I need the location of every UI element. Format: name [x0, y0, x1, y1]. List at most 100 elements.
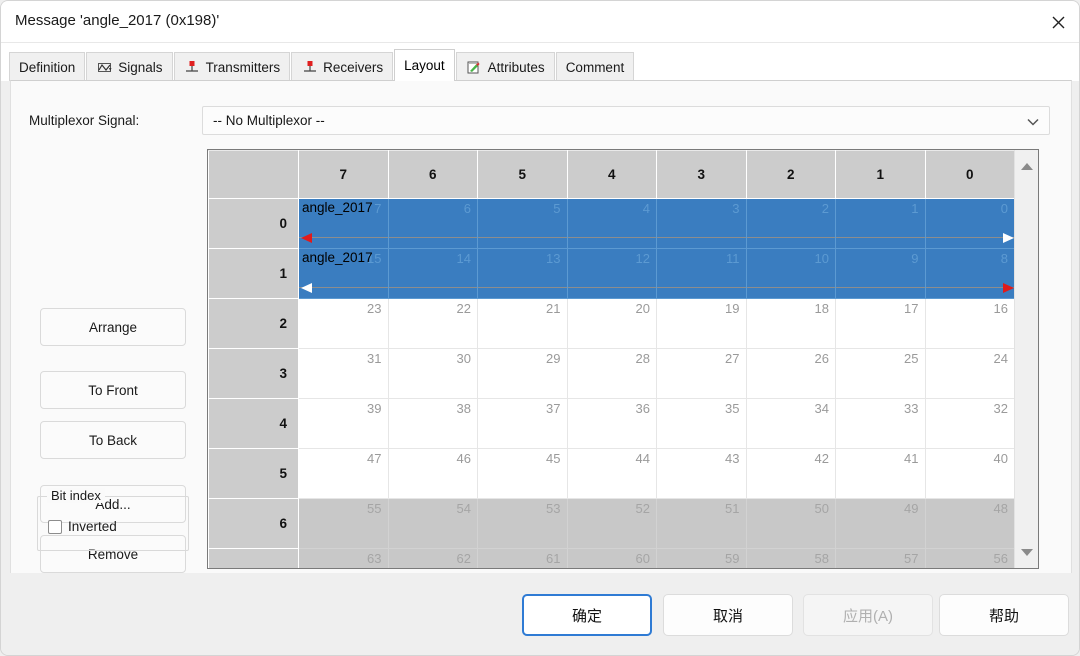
bit-cell[interactable]: 4	[566, 198, 657, 249]
table-row[interactable]: 1 15 angle_2017 14 13 12 11 10 9 8	[208, 248, 1015, 299]
bit-cell[interactable]: 21	[477, 298, 568, 349]
cancel-button[interactable]: 取消	[663, 594, 793, 636]
bit-cell[interactable]: 26	[745, 348, 836, 399]
multiplexor-label: Multiplexor Signal:	[29, 113, 140, 128]
bit-cell[interactable]: 20	[566, 298, 657, 349]
bit-cell[interactable]: 30	[387, 348, 478, 399]
bit-cell[interactable]: 37	[477, 398, 568, 449]
tab-transmitters[interactable]: Transmitters	[173, 52, 291, 81]
bit-cell[interactable]: 39	[298, 398, 389, 449]
table-row[interactable]: 3 31 30 29 28 27 26 25 24	[208, 348, 1015, 399]
scroll-down-button[interactable]	[1015, 540, 1038, 564]
bit-cell[interactable]: 5	[477, 198, 568, 249]
bit-number: 47	[367, 451, 382, 466]
bit-number: 20	[635, 301, 650, 316]
signal-line	[388, 287, 477, 288]
tab-definition[interactable]: Definition	[9, 52, 86, 81]
inverted-checkbox[interactable]: Inverted	[48, 519, 117, 534]
bit-cell[interactable]: 8	[924, 248, 1015, 299]
bit-cell[interactable]: 23	[298, 298, 389, 349]
bit-number: 42	[814, 451, 829, 466]
help-button[interactable]: 帮助	[939, 594, 1069, 636]
arrange-button[interactable]: Arrange	[40, 308, 186, 346]
bit-number: 60	[635, 551, 650, 566]
bit-cell[interactable]: 35	[656, 398, 747, 449]
table-row[interactable]: 5 47 46 45 44 43 42 41 40	[208, 448, 1015, 499]
bit-cell[interactable]: 10	[745, 248, 836, 299]
bit-cell[interactable]: 19	[656, 298, 747, 349]
table-row[interactable]: 4 39 38 37 36 35 34 33 32	[208, 398, 1015, 449]
bit-cell[interactable]: 12	[566, 248, 657, 299]
tab-comment[interactable]: Comment	[555, 52, 635, 81]
bit-cell[interactable]: 28	[566, 348, 657, 399]
bit-cell[interactable]: 17	[835, 298, 926, 349]
white-right-arrow-icon	[1003, 233, 1014, 243]
bit-cell[interactable]: 47	[298, 448, 389, 499]
bit-number: 14	[456, 251, 471, 266]
column-header: 6	[387, 150, 478, 199]
bit-cell[interactable]: 7 angle_2017	[298, 198, 389, 249]
checkbox-box	[48, 519, 62, 534]
multiplexor-select[interactable]: -- No Multiplexor --	[202, 106, 1050, 135]
signal-line	[567, 237, 656, 238]
node-icon	[184, 60, 201, 75]
bit-number: 51	[725, 501, 740, 516]
button-label: 应用(A)	[843, 607, 893, 625]
signal-line	[925, 287, 1014, 288]
bit-number: 30	[456, 351, 471, 366]
bit-cell[interactable]: 16	[924, 298, 1015, 349]
column-header: 3	[656, 150, 747, 199]
bit-cell[interactable]: 3	[656, 198, 747, 249]
bit-cell[interactable]: 31	[298, 348, 389, 399]
bit-cell[interactable]: 34	[745, 398, 836, 449]
bit-cell[interactable]: 13	[477, 248, 568, 299]
bit-cell[interactable]: 33	[835, 398, 926, 449]
bit-cell[interactable]: 38	[387, 398, 478, 449]
bit-cell[interactable]: 22	[387, 298, 478, 349]
table-row[interactable]: 0 7 angle_2017 6 5 4 3 2 1 0	[208, 198, 1015, 249]
bit-cell[interactable]: 9	[835, 248, 926, 299]
tab-signals[interactable]: Signals	[86, 52, 173, 81]
grid-vertical-scrollbar[interactable]	[1014, 150, 1038, 568]
bit-number: 12	[635, 251, 650, 266]
to-front-button[interactable]: To Front	[40, 371, 186, 409]
bit-number: 58	[814, 551, 829, 566]
bit-cell[interactable]: 41	[835, 448, 926, 499]
tab-layout[interactable]: Layout	[394, 49, 455, 81]
bit-cell[interactable]: 27	[656, 348, 747, 399]
bit-number: 27	[725, 351, 740, 366]
bit-cell[interactable]: 29	[477, 348, 568, 399]
bit-cell[interactable]: 45	[477, 448, 568, 499]
tab-receivers[interactable]: Receivers	[291, 52, 394, 81]
table-row[interactable]: 2 23 22 21 20 19 18 17 16	[208, 298, 1015, 349]
bit-number: 37	[546, 401, 561, 416]
bit-cell[interactable]: 6	[387, 198, 478, 249]
bit-cell[interactable]: 2	[745, 198, 836, 249]
bit-cell[interactable]: 40	[924, 448, 1015, 499]
bit-cell[interactable]: 11	[656, 248, 747, 299]
bit-cell[interactable]: 24	[924, 348, 1015, 399]
scroll-up-button[interactable]	[1015, 154, 1038, 178]
bit-cell[interactable]: 43	[656, 448, 747, 499]
bit-cell[interactable]: 15 angle_2017	[298, 248, 389, 299]
bit-number: 24	[993, 351, 1008, 366]
attributes-icon	[466, 60, 483, 75]
bit-cell[interactable]: 18	[745, 298, 836, 349]
column-header: 2	[745, 150, 836, 199]
bit-cell[interactable]: 36	[566, 398, 657, 449]
bit-cell[interactable]: 0	[924, 198, 1015, 249]
bit-cell[interactable]: 42	[745, 448, 836, 499]
bit-cell[interactable]: 14	[387, 248, 478, 299]
bit-cell[interactable]: 1	[835, 198, 926, 249]
ok-button[interactable]: 确定	[522, 594, 652, 636]
bit-cell[interactable]: 46	[387, 448, 478, 499]
tabs-row: Definition Signals Transmitters Receiver…	[9, 49, 635, 81]
to-back-button[interactable]: To Back	[40, 421, 186, 459]
bit-cell[interactable]: 25	[835, 348, 926, 399]
bit-cell[interactable]: 44	[566, 448, 657, 499]
bit-cell[interactable]: 32	[924, 398, 1015, 449]
close-button[interactable]	[1035, 1, 1079, 43]
bit-cell: 50	[745, 498, 836, 549]
bit-number: 53	[546, 501, 561, 516]
tab-attributes[interactable]: Attributes	[455, 52, 555, 81]
